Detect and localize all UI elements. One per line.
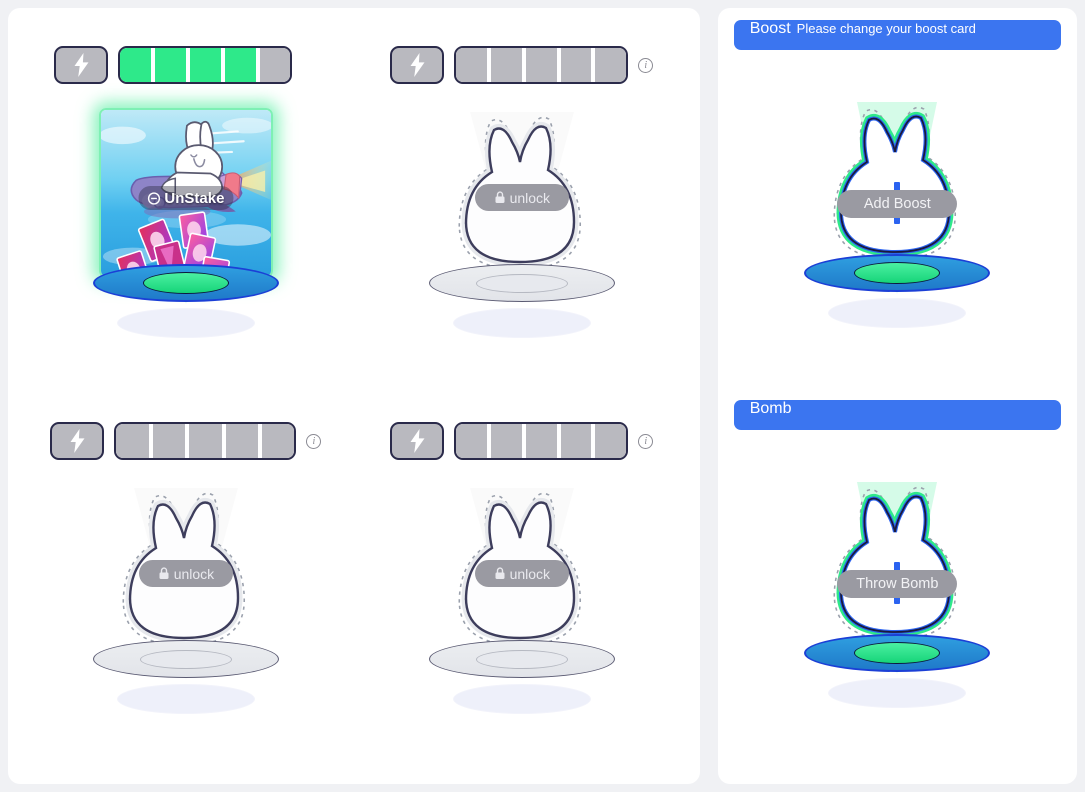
boost-title: Boost: [749, 20, 791, 37]
bomb-title: Bomb: [749, 400, 792, 417]
unlock-button[interactable]: unlock: [474, 184, 569, 211]
staking-slots-panel: i: [8, 8, 700, 784]
energy-segment: [116, 424, 149, 458]
energy-segment: [152, 424, 186, 458]
energy-segment: [225, 424, 259, 458]
energy-row-3: i: [50, 422, 322, 460]
pedestal-shadow: [828, 298, 967, 328]
bomb-section: Bomb Throw Bomb: [733, 400, 1061, 726]
lock-icon: [494, 567, 506, 580]
pedestal-core: [475, 274, 568, 293]
energy-segment: [262, 424, 295, 458]
right-panel-inner: Boost Please change your boost card Add …: [718, 8, 1077, 784]
energy-segment: [560, 48, 592, 82]
add-boost-button[interactable]: Add Boost: [837, 190, 958, 218]
add-boost-label: Add Boost: [863, 196, 931, 212]
unlock-button[interactable]: unlock: [474, 560, 569, 587]
energy-segment: [525, 424, 557, 458]
unlock-label: unlock: [509, 565, 551, 582]
lightning-bolt-icon: [390, 422, 445, 460]
bomb-stage-holder: Throw Bomb: [734, 454, 1061, 726]
boost-stage[interactable]: Add Boost: [782, 96, 1012, 346]
energy-bar-1: [118, 46, 293, 84]
energy-segment: [456, 48, 488, 82]
app-root: i: [0, 0, 1085, 792]
pedestal-core: [142, 272, 229, 294]
lightning-bolt-icon: [50, 422, 105, 460]
energy-segment: [595, 48, 627, 82]
energy-segment: [491, 424, 522, 458]
boost-and-bomb-panel: Boost Please change your boost card Add …: [717, 8, 1077, 784]
throw-bomb-button[interactable]: Throw Bomb: [837, 570, 958, 598]
energy-segment: [560, 424, 592, 458]
throw-bomb-label: Throw Bomb: [856, 576, 939, 592]
energy-row-4: i: [390, 422, 654, 460]
unlock-button[interactable]: unlock: [138, 560, 233, 587]
boost-header: Boost Please change your boost card: [733, 20, 1061, 50]
staking-slot-3[interactable]: i unlock: [18, 398, 354, 774]
pedestal-shadow: [452, 308, 591, 338]
energy-segment: [456, 424, 488, 458]
energy-segment: [189, 424, 222, 458]
energy-segment: [224, 48, 256, 82]
energy-segment: [259, 48, 291, 82]
energy-row-1: i: [54, 46, 317, 84]
energy-segment: [491, 48, 522, 82]
pedestal-core: [854, 262, 941, 284]
energy-bar-3: [114, 422, 297, 460]
unstake-label: UnStake: [164, 189, 225, 207]
unstake-button[interactable]: UnStake: [138, 186, 234, 210]
bomb-stage[interactable]: Throw Bomb: [782, 476, 1012, 726]
energy-segment: [155, 48, 187, 82]
energy-bar-4: [454, 422, 629, 460]
slot-grid: i: [8, 8, 700, 784]
pedestal-core: [854, 642, 941, 664]
slot-3-stage: unlock: [71, 482, 301, 732]
staking-slot-1[interactable]: i: [18, 22, 354, 398]
pedestal-shadow: [116, 684, 255, 714]
bomb-header: Bomb: [733, 400, 1061, 430]
lock-icon: [494, 191, 506, 204]
staking-slot-4[interactable]: i unlock: [354, 398, 690, 774]
info-circle-icon[interactable]: i: [306, 433, 322, 449]
pedestal-shadow: [116, 308, 255, 338]
pedestal-core: [475, 650, 568, 669]
boost-section: Boost Please change your boost card Add …: [733, 20, 1061, 346]
circle-minus-icon: [147, 191, 161, 205]
energy-bar-2: [454, 46, 629, 84]
info-circle-icon[interactable]: i: [638, 433, 654, 449]
unlock-label: unlock: [509, 189, 551, 206]
energy-row-2: i: [390, 46, 654, 84]
pedestal-core: [139, 650, 232, 669]
energy-segment: [190, 48, 221, 82]
pedestal-shadow: [452, 684, 591, 714]
lock-icon: [158, 567, 170, 580]
boost-stage-holder: Add Boost: [734, 74, 1061, 346]
energy-segment: [120, 48, 152, 82]
staking-slot-2[interactable]: i unlock: [354, 22, 690, 398]
info-circle-icon[interactable]: i: [638, 57, 654, 73]
boost-note: Please change your boost card: [796, 21, 976, 36]
slot-1-stage: UnStake: [71, 106, 301, 356]
lightning-bolt-icon: [390, 46, 445, 84]
slot-2-stage: unlock: [407, 106, 637, 356]
unlock-label: unlock: [173, 565, 215, 582]
pedestal-shadow: [828, 678, 967, 708]
energy-segment: [595, 424, 627, 458]
slot-4-stage: unlock: [407, 482, 637, 732]
energy-segment: [525, 48, 557, 82]
lightning-bolt-icon: [54, 46, 109, 84]
